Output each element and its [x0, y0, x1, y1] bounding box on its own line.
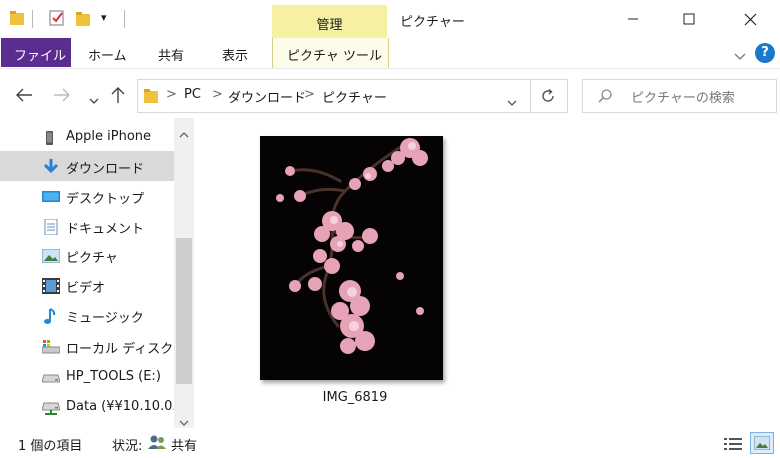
nav-item-music[interactable]: ミュージック: [0, 300, 174, 330]
nav-item-apple-iphone[interactable]: Apple iPhone: [0, 122, 174, 152]
search-placeholder: ピクチャーの検索: [631, 91, 735, 106]
tab-view[interactable]: 表示: [222, 45, 248, 64]
address-bar[interactable]: > PC > ダウンロード > ピクチャー: [137, 79, 531, 113]
address-segment-pictures[interactable]: ピクチャー: [322, 87, 387, 106]
item-count: 1 個の項目: [18, 439, 83, 454]
nav-item-label: ドキュメント: [66, 222, 145, 237]
address-segment-downloads[interactable]: ダウンロード: [228, 87, 306, 106]
documents-icon: [42, 218, 60, 236]
separator: [124, 10, 125, 28]
tab-manage-label: 管理: [316, 18, 343, 33]
tab-home[interactable]: ホーム: [88, 45, 127, 64]
network-drive-icon: [41, 400, 61, 415]
up-arrow-icon[interactable]: [110, 85, 126, 105]
nav-item-label: ダウンロード: [66, 162, 145, 177]
scroll-up-arrow-icon[interactable]: [178, 124, 190, 138]
address-separator[interactable]: >: [212, 87, 223, 102]
search-icon: [597, 88, 613, 104]
folder-icon: [10, 10, 24, 26]
tab-manage[interactable]: 管理: [272, 5, 387, 38]
search-box[interactable]: ピクチャーの検索: [582, 79, 777, 113]
desktop-icon: [42, 189, 60, 203]
window-title: ピクチャー: [400, 15, 465, 30]
nav-item-label: ビデオ: [66, 281, 106, 296]
download-icon: [42, 159, 60, 174]
address-separator[interactable]: >: [166, 87, 177, 102]
shared-users-icon: [147, 434, 167, 450]
nav-item-label: ピクチャ: [66, 251, 118, 266]
close-button[interactable]: [727, 0, 773, 38]
nav-item-desktop[interactable]: デスクトップ: [0, 181, 174, 211]
minimize-button[interactable]: [610, 0, 656, 38]
cherry-blossom-photo: [260, 136, 443, 380]
new-folder-icon[interactable]: [76, 11, 90, 27]
nav-item-local-disk[interactable]: ローカル ディスク (C: [0, 331, 192, 361]
recent-locations-chevron-icon[interactable]: [88, 90, 100, 104]
phone-icon: [42, 130, 60, 145]
video-icon: [42, 278, 60, 294]
properties-icon[interactable]: [48, 9, 66, 27]
local-disk-icon: [41, 339, 61, 354]
scroll-down-arrow-icon[interactable]: [178, 412, 190, 426]
drive-icon: [41, 370, 61, 384]
nav-item-documents[interactable]: ドキュメント: [0, 211, 174, 241]
nav-item-label: ローカル ディスク (C: [66, 342, 192, 357]
tab-file[interactable]: ファイル: [1, 38, 71, 67]
maximize-button[interactable]: [666, 0, 712, 38]
file-thumbnail[interactable]: [260, 136, 443, 380]
tab-picture-tools[interactable]: ピクチャ ツール: [272, 38, 389, 68]
forward-arrow-icon[interactable]: [52, 86, 72, 104]
large-icons-view-icon[interactable]: [750, 432, 774, 454]
pictures-icon: [41, 248, 61, 264]
address-separator[interactable]: >: [304, 87, 315, 102]
tab-file-label: ファイル: [14, 49, 67, 64]
nav-item-label: デスクトップ: [66, 192, 145, 207]
address-segment-pc[interactable]: PC: [184, 87, 201, 102]
tab-picture-tools-label: ピクチャ ツール: [287, 49, 383, 64]
state-label: 状況:: [112, 439, 143, 454]
nav-item-label: Apple iPhone: [66, 129, 152, 144]
nav-item-hp-tools[interactable]: HP_TOOLS (E:): [0, 362, 174, 392]
nav-item-data-network[interactable]: Data (¥¥10.10.0.: [0, 392, 177, 422]
tab-share[interactable]: 共有: [158, 45, 184, 64]
help-icon[interactable]: ?: [755, 43, 775, 63]
nav-item-downloads[interactable]: ダウンロード: [0, 151, 174, 181]
state-value: 共有: [171, 439, 198, 454]
nav-item-label: HP_TOOLS (E:): [66, 369, 161, 384]
folder-icon: [144, 88, 158, 104]
details-view-icon[interactable]: [724, 436, 742, 450]
back-arrow-icon[interactable]: [14, 86, 34, 104]
nav-scroll-thumb[interactable]: [176, 238, 192, 384]
nav-item-pictures[interactable]: ピクチャ: [0, 240, 174, 270]
nav-item-label: ミュージック: [66, 311, 144, 326]
refresh-button[interactable]: [529, 79, 568, 113]
nav-item-label: Data (¥¥10.10.0.: [66, 399, 177, 414]
title-bar: [0, 0, 780, 38]
address-history-chevron-icon[interactable]: [506, 92, 518, 106]
nav-item-video[interactable]: ビデオ: [0, 270, 174, 300]
music-icon: [42, 308, 60, 324]
ribbon-expand-icon[interactable]: [733, 46, 747, 60]
quick-access-dropdown[interactable]: ▾: [101, 11, 107, 24]
file-name-label[interactable]: IMG_6819: [300, 390, 410, 405]
separator: [32, 10, 33, 28]
